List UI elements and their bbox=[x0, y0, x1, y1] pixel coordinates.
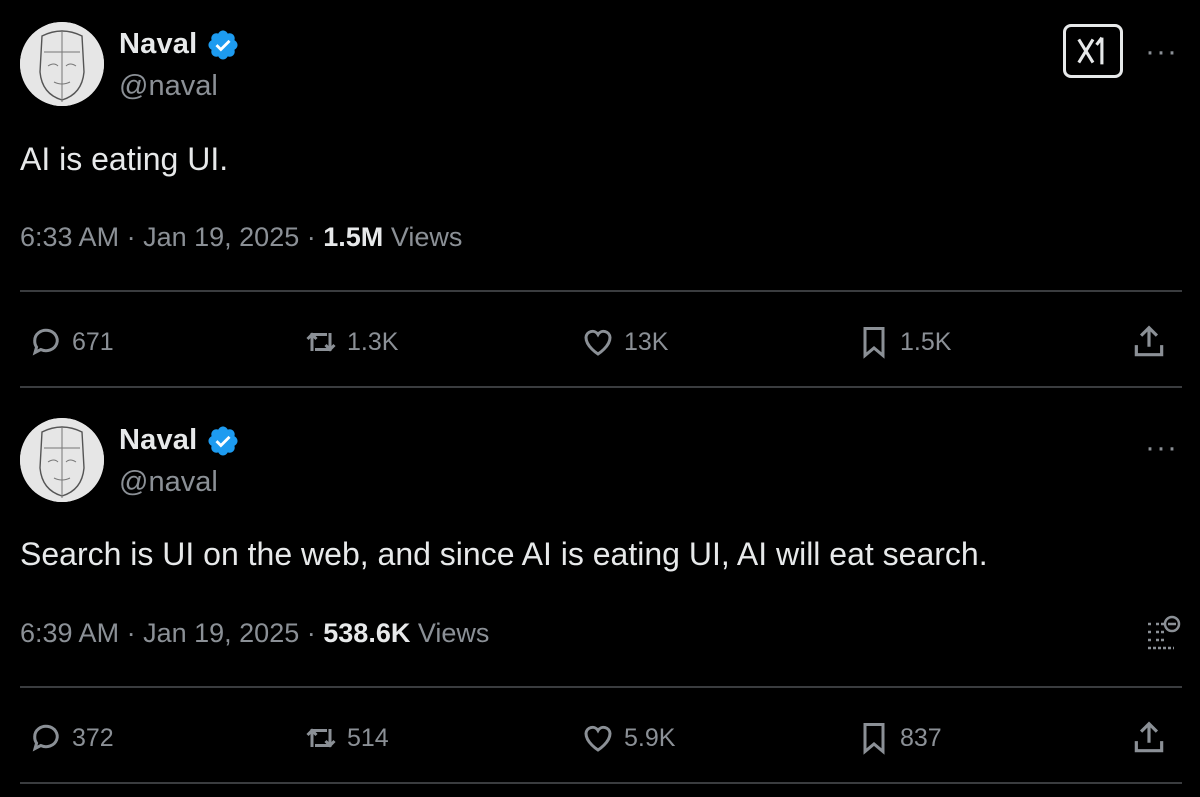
like-icon bbox=[584, 329, 612, 356]
share-icon bbox=[1134, 325, 1164, 357]
verified-badge-icon bbox=[208, 426, 238, 456]
share-button[interactable] bbox=[1130, 322, 1176, 362]
divider bbox=[20, 386, 1182, 388]
avatar[interactable] bbox=[20, 22, 104, 106]
bookmark-count: 1.5K bbox=[900, 327, 952, 356]
repost-icon bbox=[306, 332, 336, 352]
separator: · bbox=[126, 618, 136, 648]
author-name[interactable]: Naval bbox=[119, 28, 197, 61]
avatar-sketch-icon bbox=[20, 22, 104, 106]
like-count: 5.9K bbox=[624, 723, 676, 752]
analyze-post-icon bbox=[1148, 615, 1181, 650]
reply-icon bbox=[32, 724, 59, 752]
separator: · bbox=[306, 618, 316, 648]
tweet-time[interactable]: 6:33 AM bbox=[20, 222, 119, 252]
reply-button[interactable]: 372 bbox=[28, 718, 114, 758]
repost-icon bbox=[306, 728, 336, 748]
like-button[interactable]: 5.9K bbox=[580, 718, 675, 758]
like-count: 13K bbox=[624, 327, 669, 356]
tweet-date[interactable]: Jan 19, 2025 bbox=[143, 618, 299, 648]
views-count: 1.5M bbox=[323, 222, 384, 252]
tweet-time[interactable]: 6:39 AM bbox=[20, 618, 119, 648]
tweet-text: AI is eating UI. bbox=[20, 141, 229, 177]
divider bbox=[20, 290, 1182, 292]
tweet[interactable]: Naval @naval ··· Search is UI on the web… bbox=[0, 398, 1200, 797]
share-icon bbox=[1134, 721, 1164, 753]
bookmark-button[interactable]: 1.5K bbox=[856, 322, 951, 362]
author-handle[interactable]: @naval bbox=[119, 466, 218, 499]
divider bbox=[20, 686, 1182, 688]
verified-badge-icon bbox=[208, 30, 238, 60]
more-icon[interactable]: ··· bbox=[1145, 37, 1178, 67]
bookmark-count: 837 bbox=[900, 723, 942, 752]
share-button[interactable] bbox=[1130, 718, 1176, 758]
author-name[interactable]: Naval bbox=[119, 424, 197, 457]
reply-count: 671 bbox=[72, 327, 114, 356]
separator: · bbox=[126, 222, 136, 252]
tweet-meta: 6:39 AM · Jan 19, 2025 · 538.6K Views bbox=[20, 618, 489, 649]
analyze-post-button[interactable] bbox=[1142, 614, 1182, 654]
author-handle[interactable]: @naval bbox=[119, 70, 218, 103]
repost-count: 514 bbox=[347, 723, 389, 752]
grok-button[interactable] bbox=[1063, 24, 1123, 78]
like-icon bbox=[584, 725, 612, 752]
more-icon[interactable]: ··· bbox=[1145, 433, 1178, 463]
reply-button[interactable]: 671 bbox=[28, 322, 114, 362]
tweet[interactable]: Naval @naval ··· AI is eating UI. 6:33 A… bbox=[0, 0, 1200, 400]
views-label: Views bbox=[390, 222, 463, 252]
divider bbox=[20, 782, 1182, 784]
tweet-meta: 6:33 AM · Jan 19, 2025 · 1.5M Views bbox=[20, 222, 462, 253]
repost-button[interactable]: 1.3K bbox=[303, 322, 398, 362]
repost-button[interactable]: 514 bbox=[303, 718, 389, 758]
repost-count: 1.3K bbox=[347, 327, 399, 356]
grok-icon bbox=[1077, 36, 1104, 65]
like-button[interactable]: 13K bbox=[580, 322, 668, 362]
separator: · bbox=[306, 222, 316, 252]
tweet-date[interactable]: Jan 19, 2025 bbox=[143, 222, 299, 252]
views-count: 538.6K bbox=[323, 618, 411, 648]
reply-count: 372 bbox=[72, 723, 114, 752]
views-label: Views bbox=[417, 618, 490, 648]
bookmark-icon bbox=[863, 327, 885, 359]
avatar[interactable] bbox=[20, 418, 104, 502]
tweet-text: Search is UI on the web, and since AI is… bbox=[20, 536, 988, 572]
bookmark-icon bbox=[863, 723, 885, 755]
avatar-sketch-icon bbox=[20, 418, 104, 502]
reply-icon bbox=[32, 328, 59, 356]
bookmark-button[interactable]: 837 bbox=[856, 718, 942, 758]
